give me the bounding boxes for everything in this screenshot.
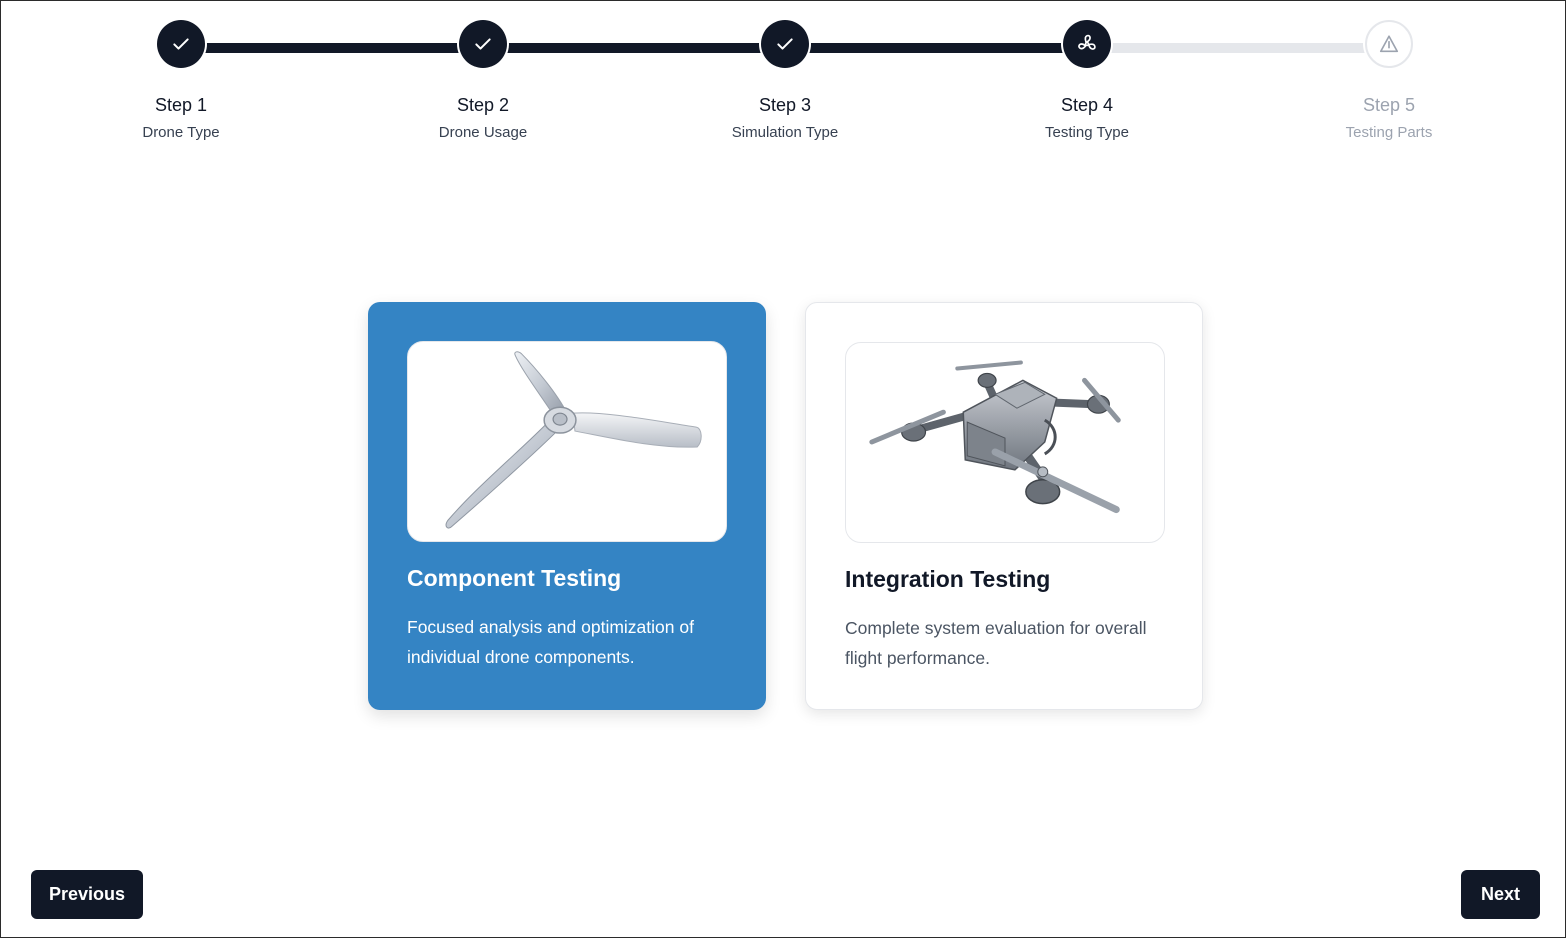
option-description: Complete system evaluation for overall f… [845,618,1147,668]
option-card-component-testing[interactable]: Component Testing Focused analysis and o… [368,302,766,710]
step-5-title: Step 5 [1362,95,1416,115]
propeller-image [407,341,727,542]
step-1[interactable]: Step 1 Drone Type [81,20,281,142]
stepper-track-completed [181,43,1087,53]
step-3[interactable]: Step 3 Simulation Type [685,20,885,142]
step-3-indicator [761,20,809,68]
step-2-title: Step 2 [456,95,510,115]
step-3-title: Step 3 [758,95,812,115]
step-2-indicator [459,20,507,68]
step-1-subtitle: Drone Type [142,124,220,141]
option-card-integration-testing[interactable]: Integration Testing Complete system eval… [805,302,1203,710]
step-5-indicator [1365,20,1413,68]
step-4-indicator [1063,20,1111,68]
next-button[interactable]: Next [1461,870,1540,919]
step-5[interactable]: Step 5 Testing Parts [1289,20,1489,142]
triangle-alert-icon [1379,35,1399,53]
step-1-indicator [157,20,205,68]
check-icon [173,38,189,50]
check-icon [475,38,491,50]
step-3-subtitle: Simulation Type [731,124,839,141]
fan-icon [1078,34,1096,50]
check-icon [777,38,793,50]
option-title: Component Testing [407,565,622,591]
option-title: Integration Testing [845,566,1051,592]
step-1-title: Step 1 [154,95,208,115]
step-2-subtitle: Drone Usage [438,124,528,141]
drone-image [845,342,1165,543]
progress-stepper: Step 1 Drone Type Step 2 Drone Usage Ste… [0,0,1566,160]
step-2[interactable]: Step 2 Drone Usage [383,20,583,142]
previous-button[interactable]: Previous [31,870,143,919]
option-description: Focused analysis and optimization of ind… [407,617,694,667]
step-5-subtitle: Testing Parts [1345,124,1433,141]
step-4[interactable]: Step 4 Testing Type [987,20,1187,142]
step-4-subtitle: Testing Type [1045,124,1129,141]
step-4-title: Step 4 [1060,95,1114,115]
